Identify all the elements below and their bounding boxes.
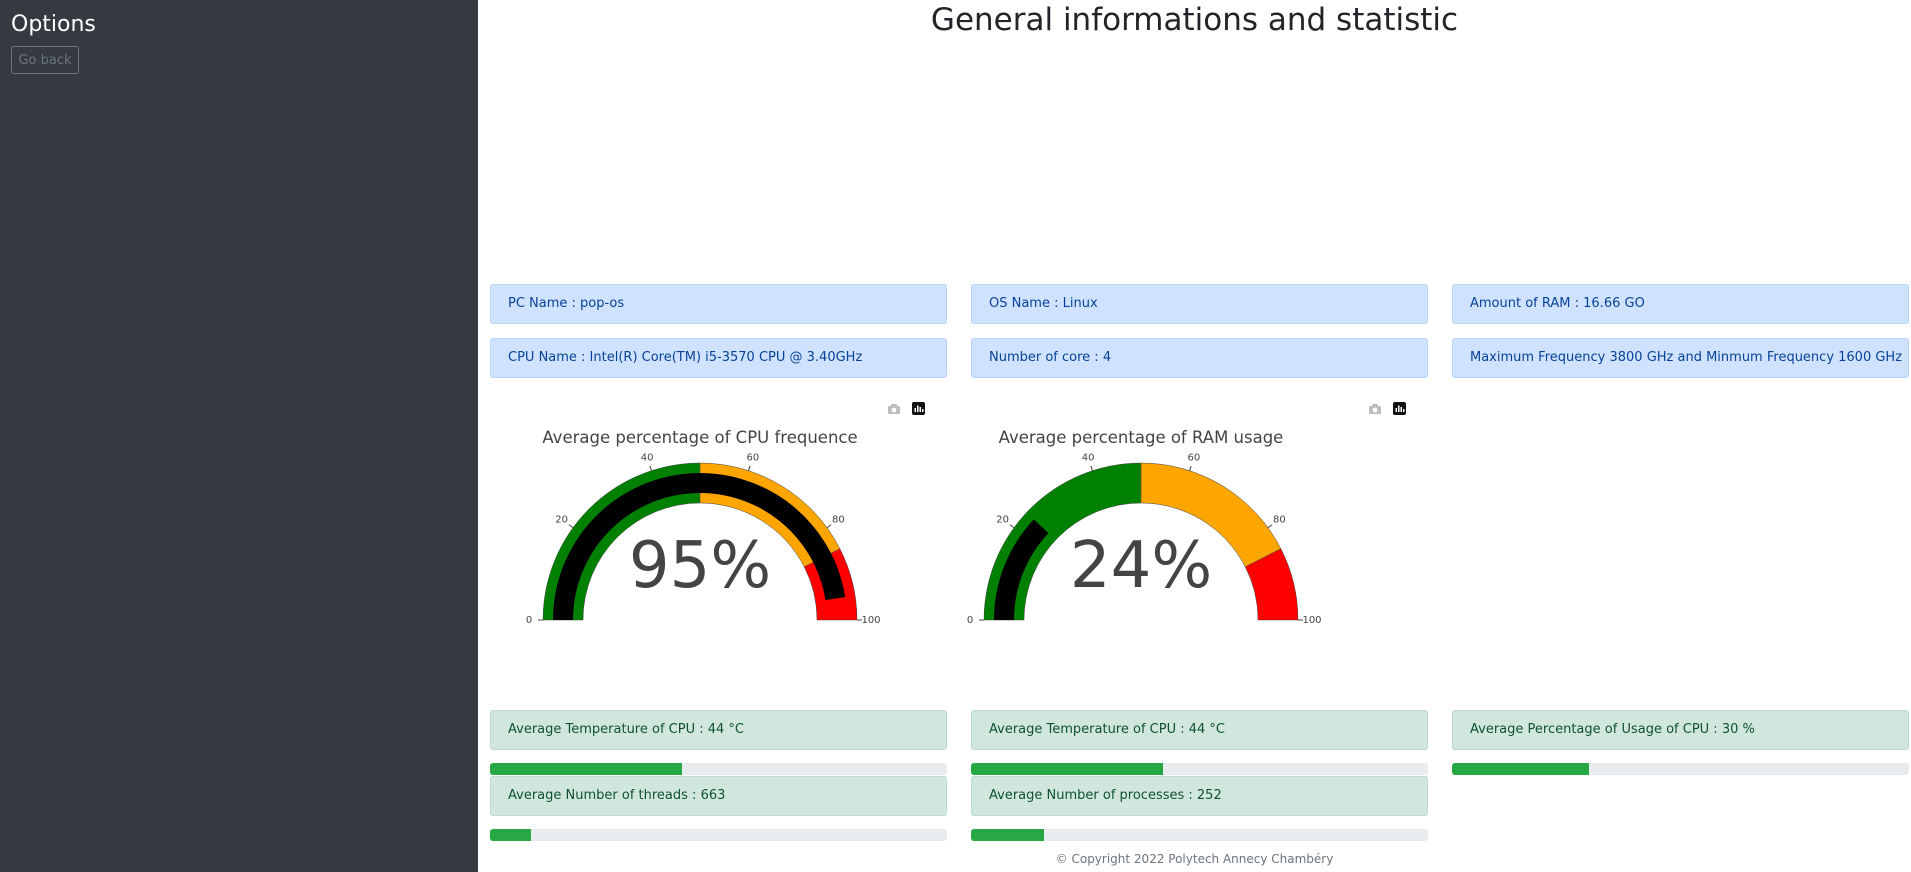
progress-bar — [490, 829, 947, 841]
info-card-frequency-range: Maximum Frequency 3800 GHz and Minmum Fr… — [1452, 338, 1909, 378]
gauge-tick-label: 60 — [1187, 452, 1200, 463]
info-card-core-count: Number of core : 4 — [971, 338, 1428, 378]
progress-bar — [971, 763, 1428, 775]
page-title: General informations and statistic — [930, 2, 1459, 38]
progress-fill — [490, 763, 682, 775]
gauge-tick-mark — [748, 465, 751, 471]
progress-bar — [971, 829, 1428, 841]
progress-fill — [490, 829, 532, 841]
gauge-tick-label: 20 — [996, 514, 1009, 525]
gauge-tick-mark — [1090, 465, 1093, 471]
stat-cpu-usage: Average Percentage of Usage of CPU : 30 … — [1452, 710, 1909, 750]
progress-fill — [971, 763, 1163, 775]
stat-process-count: Average Number of processes : 252 — [971, 776, 1428, 816]
progress-fill — [971, 829, 1045, 841]
gauge-tick-mark — [1189, 465, 1192, 471]
cpu-frequency-gauge: Average percentage of CPU frequence 0 20 4… — [526, 402, 925, 626]
gauge-tick-mark — [568, 524, 574, 529]
sidebar: Options Go back — [0, 0, 478, 872]
gauge-tick-label: 0 — [967, 615, 973, 626]
gauge-tick-label: 80 — [1273, 514, 1286, 525]
info-card-os-name: OS Name : Linux — [971, 284, 1428, 324]
go-back-button[interactable]: Go back — [11, 46, 79, 74]
gauge-value: 95% — [629, 529, 771, 603]
sidebar-title: Options — [11, 12, 96, 37]
progress-bar — [1452, 763, 1909, 775]
stat-thread-count: Average Number of threads : 663 — [490, 776, 947, 816]
gauge-tick-label: 100 — [861, 615, 880, 626]
gauge-tick-label: 20 — [555, 514, 568, 525]
plotly-logo-icon[interactable] — [912, 402, 925, 415]
gauge-tick-label: 0 — [526, 615, 532, 626]
main-content: General informations and statistic PC Na… — [478, 0, 1911, 872]
gauge-value: 24% — [1070, 529, 1212, 603]
ram-usage-gauge: Average percentage of RAM usage 0 20 40 60 8… — [967, 402, 1406, 626]
gauge-title: Average percentage of CPU frequence — [542, 428, 857, 447]
gauge-tick-mark — [649, 465, 652, 471]
camera-icon[interactable] — [888, 404, 900, 414]
plotly-logo-icon[interactable] — [1393, 402, 1406, 415]
gauge-tick-label: 100 — [1302, 615, 1321, 626]
info-card-pc-name: PC Name : pop-os — [490, 284, 947, 324]
stat-cpu-temperature: Average Temperature of CPU : 44 °C — [971, 710, 1428, 750]
gauge-tick-label: 40 — [1082, 452, 1095, 463]
gauge-tick-mark — [826, 524, 832, 529]
camera-icon[interactable] — [1369, 404, 1381, 414]
stat-cpu-temperature: Average Temperature of CPU : 44 °C — [490, 710, 947, 750]
gauge-title: Average percentage of RAM usage — [999, 428, 1284, 447]
gauge-tick-label: 40 — [641, 452, 654, 463]
footer-copyright: © Copyright 2022 Polytech Annecy Chambér… — [1055, 852, 1334, 866]
info-card-ram-amount: Amount of RAM : 16.66 GO — [1452, 284, 1909, 324]
gauge-tick-label: 80 — [832, 514, 845, 525]
gauge-tick-mark — [1267, 524, 1273, 529]
progress-fill — [1452, 763, 1590, 775]
progress-bar — [490, 763, 947, 775]
gauge-tick-mark — [1009, 524, 1015, 529]
gauge-tick-label: 60 — [746, 452, 759, 463]
info-card-cpu-name: CPU Name : Intel(R) Core(TM) i5-3570 CPU… — [490, 338, 947, 378]
